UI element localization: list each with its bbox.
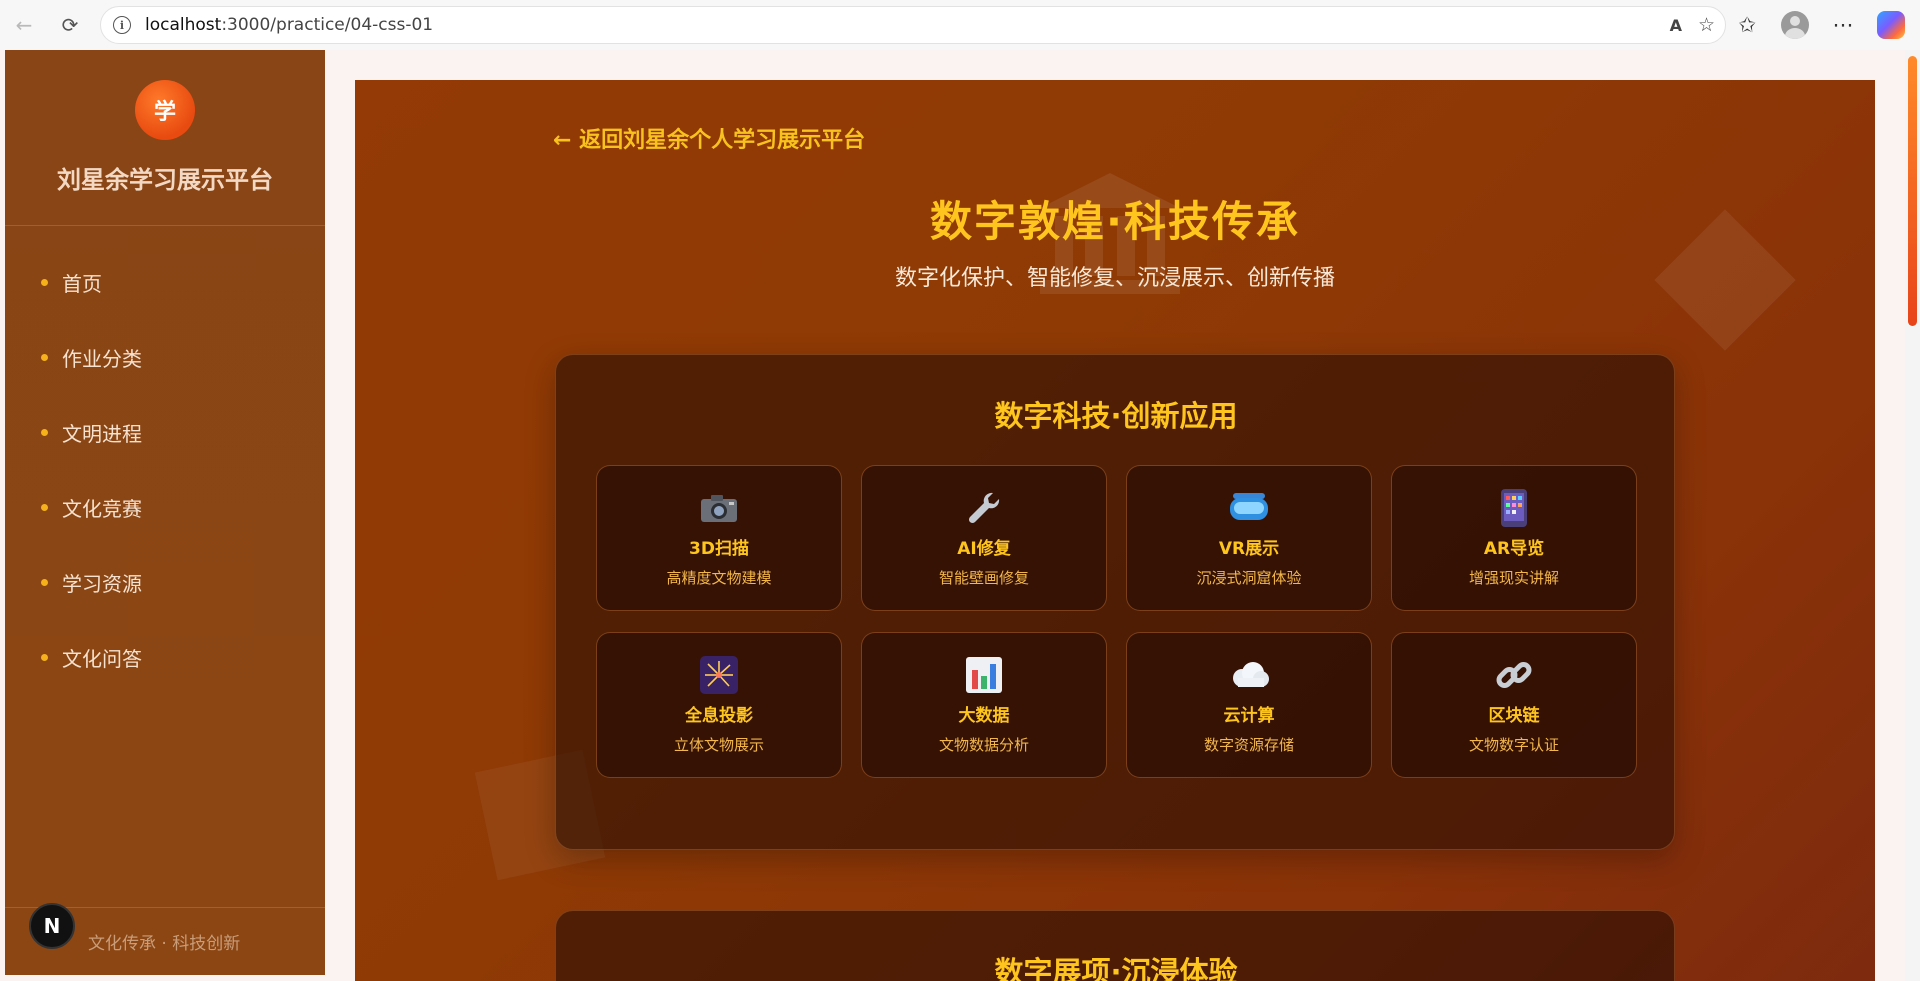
- back-arrow-icon[interactable]: ←: [6, 7, 42, 43]
- bullet-icon: [41, 579, 48, 586]
- sidebar: 学 刘星余学习展示平台 首页 作业分类 文明进程 文化竞赛 学习资源 文化问答 …: [5, 50, 325, 975]
- card-blockchain[interactable]: 区块链 文物数字认证: [1391, 632, 1637, 778]
- card-desc: 文物数字认证: [1468, 736, 1559, 754]
- bullet-icon: [41, 654, 48, 661]
- sidebar-item-civilization[interactable]: 文明进程: [5, 395, 325, 470]
- digital-exhibits-section: 数字展项·沉浸体验: [555, 910, 1675, 981]
- card-3d-scan[interactable]: 3D扫描 高精度文物建模: [596, 465, 842, 611]
- card-ai-repair[interactable]: AI修复 智能壁画修复: [861, 465, 1107, 611]
- card-title: 3D扫描: [689, 539, 749, 559]
- logo-char: 学: [153, 100, 176, 125]
- sidebar-item-label: 文化竞赛: [62, 497, 142, 521]
- card-desc: 高精度文物建模: [666, 569, 772, 587]
- card-big-data[interactable]: 大数据 文物数据分析: [861, 632, 1107, 778]
- sidebar-item-contest[interactable]: 文化竞赛: [5, 470, 325, 545]
- page-subtitle: 数字化保护、智能修复、沉浸展示、创新传播: [894, 266, 1335, 291]
- sidebar-item-assignments[interactable]: 作业分类: [5, 320, 325, 395]
- sidebar-item-label: 作业分类: [62, 347, 142, 371]
- url-path: :3000/practice/04-css-01: [221, 15, 434, 35]
- sidebar-item-label: 文明进程: [62, 422, 142, 446]
- avatar: [1781, 11, 1809, 39]
- url-host: localhost: [145, 15, 222, 35]
- card-desc: 文物数据分析: [938, 736, 1029, 754]
- url-text[interactable]: localhost:3000/practice/04-css-01: [145, 15, 433, 35]
- sidebar-item-resources[interactable]: 学习资源: [5, 545, 325, 620]
- scrollbar-thumb[interactable]: [1908, 56, 1917, 326]
- nextjs-badge[interactable]: N: [29, 903, 75, 949]
- card-desc: 数字资源存储: [1203, 736, 1294, 754]
- vr-goggles-icon: [1228, 488, 1270, 528]
- card-title: AI修复: [957, 539, 1011, 559]
- sidebar-divider: [5, 225, 325, 226]
- section-title: 数字科技·创新应用: [994, 399, 1238, 433]
- sidebar-item-label: 首页: [62, 272, 102, 296]
- card-ar-guide[interactable]: AR导览 增强现实讲解: [1391, 465, 1637, 611]
- browser-toolbar: ← ⟳ i localhost:3000/practice/04-css-01 …: [0, 0, 1920, 50]
- sidebar-footer-text: 文化传承 · 科技创新: [88, 934, 241, 954]
- card-title: VR展示: [1218, 539, 1280, 559]
- back-to-home-link[interactable]: ← 返回刘星余个人学习展示平台: [553, 122, 865, 154]
- reload-icon[interactable]: ⟳: [52, 7, 88, 43]
- card-desc: 立体文物展示: [673, 736, 764, 754]
- card-hologram[interactable]: 全息投影 立体文物展示: [596, 632, 842, 778]
- card-title: 云计算: [1223, 706, 1275, 726]
- sidebar-item-label: 学习资源: [62, 572, 142, 596]
- sidebar-menu: 首页 作业分类 文明进程 文化竞赛 学习资源 文化问答: [5, 245, 325, 695]
- card-desc: 增强现实讲解: [1468, 569, 1559, 587]
- sidebar-item-label: 文化问答: [62, 647, 142, 671]
- profile-avatar[interactable]: [1778, 8, 1812, 42]
- tech-applications-section: 数字科技·创新应用 3D扫描 高精度文物建模 AI修复 智能壁画修复 VR展示 …: [555, 354, 1675, 850]
- main-content: ← 返回刘星余个人学习展示平台 数字敦煌·科技传承 数字化保护、智能修复、沉浸展…: [355, 80, 1875, 981]
- copilot-icon[interactable]: [1874, 8, 1908, 42]
- page-viewport: 学 刘星余学习展示平台 首页 作业分类 文明进程 文化竞赛 学习资源 文化问答 …: [0, 50, 1920, 981]
- sparkler-icon: [700, 655, 738, 695]
- section-title: 数字展项·沉浸体验: [994, 955, 1238, 981]
- more-menu-icon[interactable]: ⋯: [1826, 8, 1860, 42]
- site-name: 刘星余学习展示平台: [57, 166, 273, 194]
- bullet-icon: [41, 504, 48, 511]
- address-bar[interactable]: i localhost:3000/practice/04-css-01 A ☆: [100, 6, 1726, 44]
- favorite-star-icon[interactable]: ☆: [1698, 14, 1715, 36]
- site-logo[interactable]: 学: [135, 80, 195, 140]
- card-desc: 沉浸式洞窟体验: [1196, 569, 1302, 587]
- wrench-icon: [965, 488, 1003, 528]
- card-vr-display[interactable]: VR展示 沉浸式洞窟体验: [1126, 465, 1372, 611]
- card-title: AR导览: [1483, 539, 1545, 559]
- page-scrollbar[interactable]: [1905, 50, 1920, 981]
- link-icon: [1494, 655, 1534, 695]
- card-title: 全息投影: [685, 706, 753, 726]
- card-cloud-computing[interactable]: 云计算 数字资源存储: [1126, 632, 1372, 778]
- sidebar-item-qa[interactable]: 文化问答: [5, 620, 325, 695]
- card-desc: 智能壁画修复: [938, 569, 1029, 587]
- card-title: 区块链: [1488, 706, 1540, 726]
- page-title: 数字敦煌·科技传承: [930, 197, 1300, 246]
- copilot-logo: [1877, 11, 1905, 39]
- sidebar-item-home[interactable]: 首页: [5, 245, 325, 320]
- camera-icon: [699, 488, 739, 528]
- cloud-icon: [1228, 655, 1270, 695]
- bullet-icon: [41, 279, 48, 286]
- mobile-phone-icon: [1500, 488, 1528, 528]
- tech-card-grid: 3D扫描 高精度文物建模 AI修复 智能壁画修复 VR展示 沉浸式洞窟体验 AR…: [596, 465, 1637, 778]
- bar-chart-icon: [965, 655, 1003, 695]
- card-title: 大数据: [958, 706, 1010, 726]
- read-aloud-icon[interactable]: A: [1670, 16, 1682, 35]
- favorites-list-icon[interactable]: ✩: [1730, 8, 1764, 42]
- bullet-icon: [41, 354, 48, 361]
- site-info-icon[interactable]: i: [113, 16, 131, 34]
- bullet-icon: [41, 429, 48, 436]
